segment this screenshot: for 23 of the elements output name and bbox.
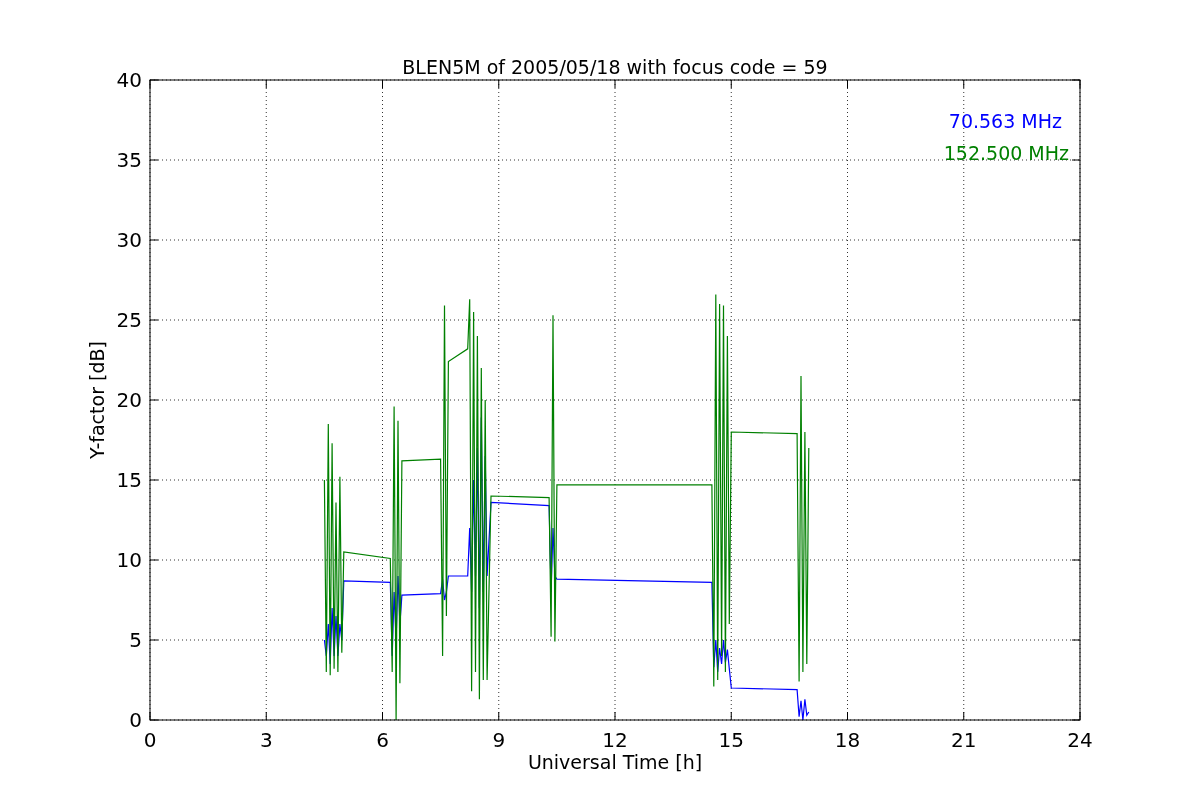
x-tick-label: 9 xyxy=(492,728,506,752)
y-tick-label: 10 xyxy=(116,548,142,572)
y-tick-label: 35 xyxy=(116,148,142,172)
x-tick-label: 24 xyxy=(1067,728,1093,752)
x-tick-label: 18 xyxy=(834,728,861,752)
x-tick-label: 6 xyxy=(376,728,389,752)
x-tick-label: 12 xyxy=(602,728,628,752)
legend-label: 152.500 MHz xyxy=(943,142,1069,164)
y-tick-label: 0 xyxy=(129,708,142,732)
x-tick-label: 15 xyxy=(718,728,744,752)
x-tick-label: 21 xyxy=(951,728,977,752)
y-tick-label: 40 xyxy=(116,68,142,92)
y-tick-label: 30 xyxy=(116,228,142,252)
y-tick-label: 15 xyxy=(116,468,142,492)
y-tick-label: 25 xyxy=(116,308,142,332)
x-tick-label: 0 xyxy=(143,728,157,752)
chart-title: BLEN5M of 2005/05/18 with focus code = 59 xyxy=(402,56,828,78)
x-tick-label: 3 xyxy=(259,728,273,752)
y-axis-label: Y-factor [dB] xyxy=(86,341,108,459)
legend-label: 70.563 MHz xyxy=(948,110,1062,132)
y-tick-label: 5 xyxy=(129,628,142,652)
y-tick-label: 20 xyxy=(116,388,142,412)
x-axis-label: Universal Time [h] xyxy=(527,751,703,773)
